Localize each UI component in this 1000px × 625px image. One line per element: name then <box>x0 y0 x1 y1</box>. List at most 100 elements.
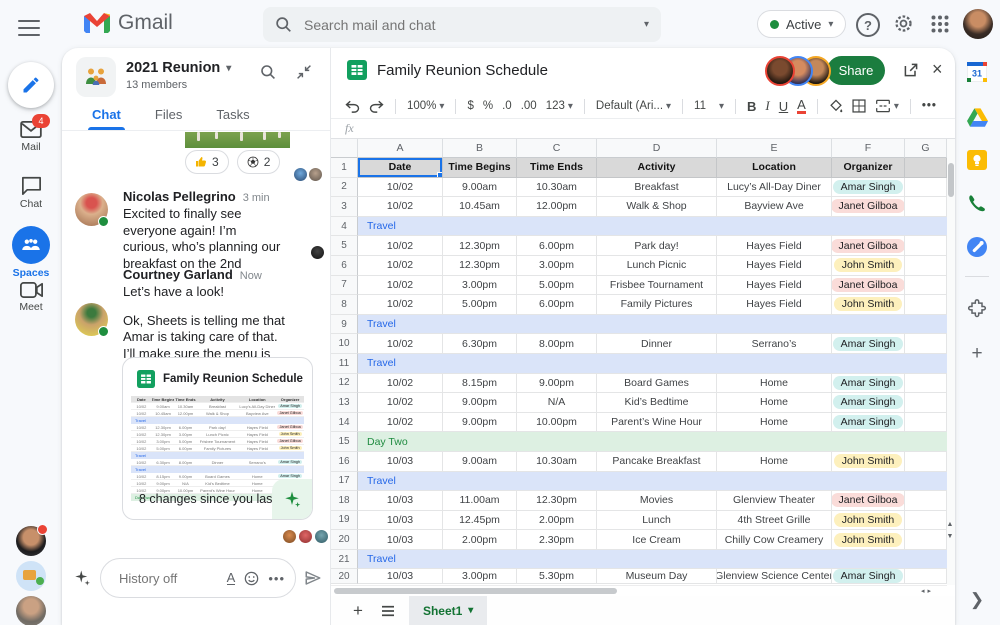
font-select[interactable]: Default (Ari... ▾ <box>596 100 671 112</box>
sheet-cell[interactable] <box>905 569 947 585</box>
row-number[interactable]: 12 <box>331 373 358 394</box>
sheet-tab[interactable]: Sheet1 ▾ <box>408 596 488 625</box>
emoji-icon[interactable] <box>244 571 259 586</box>
sheet-cell-organizer[interactable]: Janet Gilboa <box>832 236 905 256</box>
row-number[interactable]: 9 <box>331 314 358 335</box>
calendar-icon[interactable]: 31 <box>966 61 988 83</box>
sheet-cell[interactable]: 10/02 <box>358 255 443 276</box>
profile-avatar[interactable] <box>963 9 993 39</box>
shared-photo[interactable] <box>185 132 290 148</box>
sheet-cell[interactable]: Hayes Field <box>717 255 832 276</box>
sheet-cell[interactable]: 12.45pm <box>443 510 517 531</box>
sheet-cell[interactable]: Chilly Cow Creamery <box>717 530 832 550</box>
redo-icon[interactable] <box>369 100 384 113</box>
collaborator-avatar[interactable] <box>765 56 795 86</box>
recent-chat-avatar[interactable] <box>16 596 46 625</box>
grid-corner-cell[interactable] <box>331 139 358 158</box>
sheet-cell[interactable]: Home <box>717 451 832 472</box>
sheet-cell[interactable]: 5.00pm <box>443 295 517 315</box>
row-number[interactable]: 19 <box>331 510 358 531</box>
row-number[interactable]: 6 <box>331 255 358 276</box>
sidebar-item-meet[interactable]: Meet <box>0 282 62 313</box>
space-title-caret-icon[interactable]: ▾ <box>226 63 231 74</box>
sheet-cell[interactable]: 3.00pm <box>443 275 517 296</box>
sheet-cell[interactable] <box>905 197 947 217</box>
sheet-cell[interactable]: Park day! <box>597 236 717 256</box>
tab-tasks[interactable]: Tasks <box>216 104 249 130</box>
header-cell[interactable] <box>905 158 947 178</box>
settings-gear-icon[interactable] <box>893 13 914 34</box>
scroll-down-arrow[interactable]: ▼ <box>945 532 955 541</box>
sheet-cell[interactable]: 9.00am <box>443 451 517 472</box>
compose-button[interactable] <box>8 62 54 108</box>
sheet-cell[interactable] <box>905 334 947 354</box>
sheet-cell[interactable] <box>905 530 947 550</box>
row-number[interactable]: 4 <box>331 216 358 237</box>
sheet-cell[interactable]: 3.00pm <box>517 255 597 276</box>
show-side-panel-icon[interactable]: ❯ <box>965 588 989 612</box>
sidebar-item-spaces[interactable]: Spaces <box>0 226 62 279</box>
merged-band-cell[interactable]: Travel <box>358 314 947 335</box>
zoom-select[interactable]: 100% ▾ <box>407 100 444 112</box>
search-options-caret-icon[interactable]: ▾ <box>644 19 649 30</box>
sheet-cell[interactable]: 4th Street Grille <box>717 510 832 531</box>
merged-band-cell[interactable]: Travel <box>358 216 947 237</box>
vertical-scrollbar[interactable] <box>947 139 955 585</box>
sheet-cell[interactable]: Lunch Picnic <box>597 255 717 276</box>
merged-band-cell[interactable]: Travel <box>358 471 947 492</box>
column-header[interactable]: A <box>358 139 443 158</box>
get-addons-plus-icon[interactable]: + <box>966 343 988 365</box>
sheet-cell[interactable] <box>905 295 947 315</box>
sheet-cell[interactable]: 10.45am <box>443 197 517 217</box>
sheet-cell[interactable] <box>905 236 947 256</box>
sheet-cell[interactable]: 9.00pm <box>443 412 517 433</box>
scroll-up-arrow[interactable]: ▲ <box>945 520 955 529</box>
sheet-cell[interactable] <box>905 275 947 296</box>
apps-grid-icon[interactable] <box>931 15 949 33</box>
column-header[interactable]: G <box>905 139 947 158</box>
chat-search-icon[interactable] <box>260 64 276 80</box>
all-sheets-icon[interactable] <box>381 605 395 617</box>
sheet-cell[interactable]: 6.00pm <box>517 236 597 256</box>
sheet-cell[interactable]: 9.00am <box>443 177 517 198</box>
merged-band-cell[interactable]: Day Two <box>358 432 947 452</box>
sheet-cell-organizer[interactable]: Amar Singh <box>832 412 905 433</box>
sheet-cell[interactable]: Glenview Science Center <box>717 569 832 585</box>
sheet-cell[interactable]: 10/02 <box>358 393 443 413</box>
sheet-cell[interactable]: 2.00pm <box>517 510 597 531</box>
sheet-cell[interactable]: Kid’s Bedtime <box>597 393 717 413</box>
more-options-icon[interactable]: ••• <box>268 571 285 586</box>
sheet-cell[interactable]: 12.30pm <box>443 236 517 256</box>
row-number[interactable]: 1 <box>331 158 358 178</box>
borders-icon[interactable] <box>852 99 866 113</box>
bold-button[interactable]: B <box>747 99 756 114</box>
help-icon[interactable]: ? <box>856 13 880 37</box>
sheet-cell[interactable]: 12.30pm <box>517 491 597 511</box>
row-number[interactable]: 14 <box>331 412 358 433</box>
search-input[interactable] <box>302 15 634 34</box>
send-icon[interactable] <box>304 569 322 587</box>
share-button[interactable]: Share <box>827 56 885 85</box>
sheet-cell[interactable]: Family Pictures <box>597 295 717 315</box>
sheet-cell[interactable]: 10/02 <box>358 275 443 296</box>
collapse-panel-icon[interactable] <box>296 64 312 80</box>
decrease-decimal-button[interactable]: .0 <box>502 100 512 112</box>
sheet-cell[interactable]: Hayes Field <box>717 275 832 296</box>
sheet-cell-organizer[interactable]: Amar Singh <box>832 569 905 585</box>
sheet-cell[interactable]: 10/02 <box>358 412 443 433</box>
sheet-cell-organizer[interactable]: John Smith <box>832 255 905 276</box>
sheet-cell[interactable]: Glenview Theater <box>717 491 832 511</box>
header-cell[interactable]: Date <box>358 158 443 178</box>
row-number[interactable]: 17 <box>331 471 358 492</box>
sheet-cell[interactable] <box>905 510 947 531</box>
sheet-cell-organizer[interactable]: John Smith <box>832 295 905 315</box>
sheet-cell[interactable]: 3.00pm <box>443 569 517 585</box>
sheet-cell[interactable]: 6.00pm <box>517 295 597 315</box>
sheet-cell[interactable]: Bayview Ave <box>717 197 832 217</box>
undo-icon[interactable] <box>345 100 360 113</box>
keep-icon[interactable] <box>966 149 988 171</box>
merged-band-cell[interactable]: Travel <box>358 549 947 570</box>
sheet-cell-organizer[interactable]: John Smith <box>832 451 905 472</box>
sidebar-item-mail[interactable]: 4 Mail <box>0 114 62 153</box>
sheet-cell[interactable] <box>905 491 947 511</box>
